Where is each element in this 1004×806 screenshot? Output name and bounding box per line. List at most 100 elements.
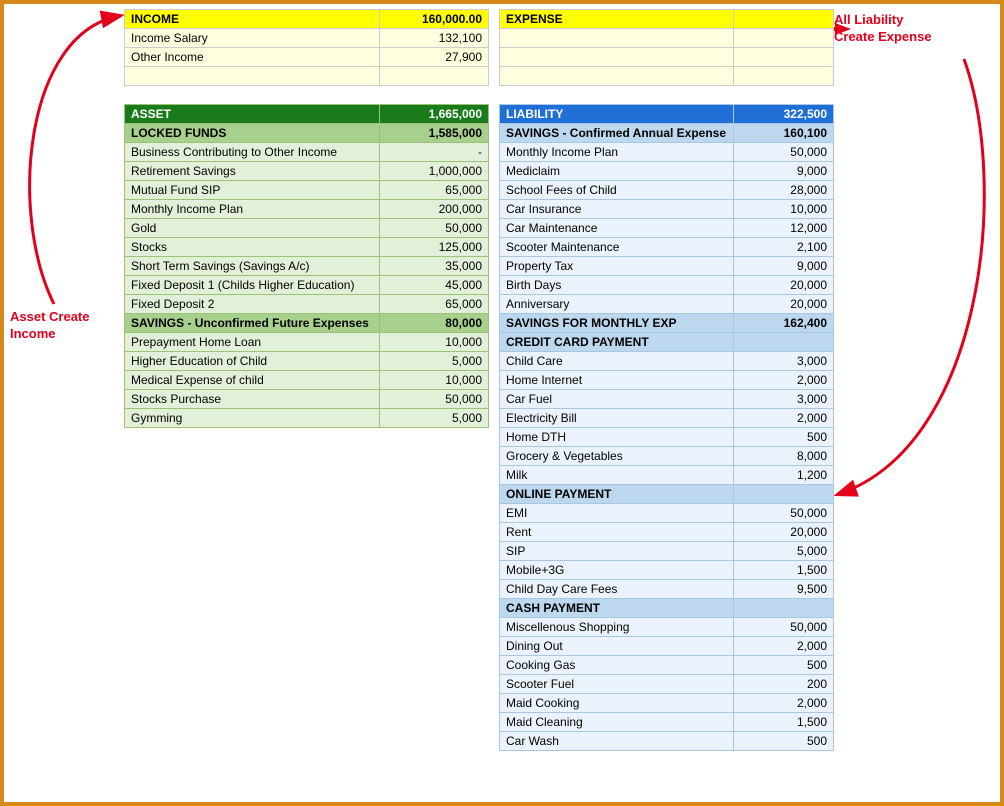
liability-row-value: 500 (733, 656, 833, 675)
liability-row-value: 500 (733, 428, 833, 447)
liability-section-total (733, 599, 833, 618)
liability-row-label: Maid Cleaning (500, 713, 734, 732)
liability-row-value: 2,000 (733, 409, 833, 428)
asset-row-label: Fixed Deposit 1 (Childs Higher Education… (125, 276, 380, 295)
liability-row-value: 28,000 (733, 181, 833, 200)
liability-section-total: 160,100 (733, 124, 833, 143)
liability-row-label: Mobile+3G (500, 561, 734, 580)
liability-row-label: Home DTH (500, 428, 734, 447)
asset-header-value: 1,665,000 (379, 105, 488, 124)
asset-row-value: 10,000 (379, 333, 488, 352)
liability-row-label: Monthly Income Plan (500, 143, 734, 162)
liability-row-label: Scooter Maintenance (500, 238, 734, 257)
expense-table: EXPENSE (499, 9, 834, 86)
liability-row-label: Home Internet (500, 371, 734, 390)
liability-row-value: 9,000 (733, 257, 833, 276)
asset-row-value: 5,000 (379, 409, 488, 428)
income-header-value: 160,000.00 (379, 10, 488, 29)
annotation-right: All Liability Create Expense (834, 12, 994, 46)
liability-row-value: 12,000 (733, 219, 833, 238)
liability-row-label: Grocery & Vegetables (500, 447, 734, 466)
liability-row-label: Electricity Bill (500, 409, 734, 428)
asset-row-value: 65,000 (379, 295, 488, 314)
liability-section-total (733, 333, 833, 352)
liability-row-value: 5,000 (733, 542, 833, 561)
asset-row-value: 1,000,000 (379, 162, 488, 181)
asset-row-value: 50,000 (379, 219, 488, 238)
liability-section-title: SAVINGS FOR MONTHLY EXP (500, 314, 734, 333)
liability-row-value: 1,200 (733, 466, 833, 485)
liability-row-value: 10,000 (733, 200, 833, 219)
liability-table: LIABILITY 322,500 SAVINGS - Confirmed An… (499, 104, 834, 751)
liability-row-value: 1,500 (733, 561, 833, 580)
asset-row-label: Prepayment Home Loan (125, 333, 380, 352)
asset-row-value: 200,000 (379, 200, 488, 219)
liability-row-label: Rent (500, 523, 734, 542)
asset-row-label: Gold (125, 219, 380, 238)
liability-row-label: Property Tax (500, 257, 734, 276)
asset-row-value: 125,000 (379, 238, 488, 257)
liability-row-label: EMI (500, 504, 734, 523)
asset-table: ASSET 1,665,000 LOCKED FUNDS1,585,000Bus… (124, 104, 489, 428)
asset-row-label: Gymming (125, 409, 380, 428)
liability-row-value: 2,100 (733, 238, 833, 257)
income-row-value: 27,900 (379, 48, 488, 67)
liability-section-title: CREDIT CARD PAYMENT (500, 333, 734, 352)
annotation-left-line2: Income (10, 326, 56, 341)
liability-row-label: Child Day Care Fees (500, 580, 734, 599)
liability-row-value: 2,000 (733, 371, 833, 390)
liability-section-title: CASH PAYMENT (500, 599, 734, 618)
liability-row-label: School Fees of Child (500, 181, 734, 200)
liability-row-value: 9,000 (733, 162, 833, 181)
liability-row-value: 9,500 (733, 580, 833, 599)
asset-section-title: LOCKED FUNDS (125, 124, 380, 143)
liability-row-label: Cooking Gas (500, 656, 734, 675)
liability-header-label: LIABILITY (500, 105, 734, 124)
asset-row-value: 10,000 (379, 371, 488, 390)
asset-header-label: ASSET (125, 105, 380, 124)
asset-row-value: 35,000 (379, 257, 488, 276)
liability-row-label: Mediclaim (500, 162, 734, 181)
asset-section-total: 80,000 (379, 314, 488, 333)
liability-row-value: 20,000 (733, 295, 833, 314)
liability-section-total: 162,400 (733, 314, 833, 333)
asset-row-label: Medical Expense of child (125, 371, 380, 390)
expense-header-value (733, 10, 833, 29)
annotation-right-line2: Create Expense (834, 29, 932, 44)
asset-row-value: 65,000 (379, 181, 488, 200)
expense-header-label: EXPENSE (500, 10, 734, 29)
liability-row-value: 2,000 (733, 637, 833, 656)
asset-row-label: Higher Education of Child (125, 352, 380, 371)
asset-row-label: Business Contributing to Other Income (125, 143, 380, 162)
liability-header-value: 322,500 (733, 105, 833, 124)
asset-row-label: Stocks Purchase (125, 390, 380, 409)
liability-row-label: Car Maintenance (500, 219, 734, 238)
asset-section-title: SAVINGS - Unconfirmed Future Expenses (125, 314, 380, 333)
asset-row-label: Short Term Savings (Savings A/c) (125, 257, 380, 276)
asset-section-total: 1,585,000 (379, 124, 488, 143)
liability-row-value: 3,000 (733, 390, 833, 409)
liability-row-value: 20,000 (733, 276, 833, 295)
asset-row-value: 5,000 (379, 352, 488, 371)
liability-row-label: Child Care (500, 352, 734, 371)
liability-row-value: 2,000 (733, 694, 833, 713)
liability-row-label: Anniversary (500, 295, 734, 314)
liability-row-label: Car Wash (500, 732, 734, 751)
asset-row-label: Mutual Fund SIP (125, 181, 380, 200)
document-frame: Asset Create Income All Liability Create… (0, 0, 1004, 806)
asset-row-value: 50,000 (379, 390, 488, 409)
liability-row-value: 3,000 (733, 352, 833, 371)
liability-row-value: 1,500 (733, 713, 833, 732)
liability-row-value: 8,000 (733, 447, 833, 466)
liability-row-label: Dining Out (500, 637, 734, 656)
annotation-left: Asset Create Income (10, 309, 120, 343)
income-header-label: INCOME (125, 10, 380, 29)
income-table: INCOME 160,000.00 Income Salary132,100Ot… (124, 9, 489, 86)
income-row-value: 132,100 (379, 29, 488, 48)
liability-section-title: SAVINGS - Confirmed Annual Expense (500, 124, 734, 143)
liability-row-value: 200 (733, 675, 833, 694)
liability-row-label: Maid Cooking (500, 694, 734, 713)
asset-row-label: Monthly Income Plan (125, 200, 380, 219)
asset-row-value: - (379, 143, 488, 162)
liability-section-total (733, 485, 833, 504)
